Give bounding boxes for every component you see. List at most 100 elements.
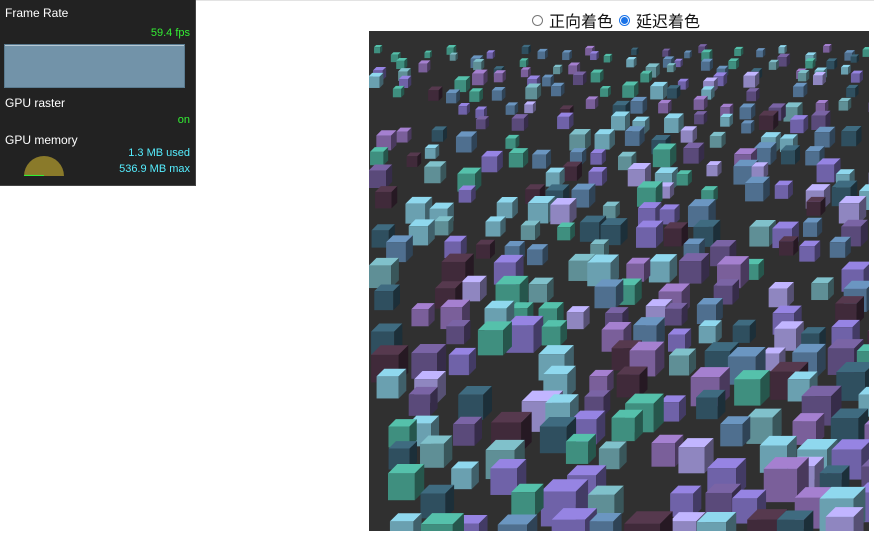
cube-front-face — [420, 524, 453, 531]
cube-front-face — [458, 394, 484, 420]
cube — [611, 111, 630, 131]
cube — [369, 257, 399, 289]
cube — [658, 99, 672, 114]
cube — [706, 161, 722, 177]
cube-front-face — [387, 473, 415, 501]
cube-front-face — [557, 116, 570, 130]
cube-front-face — [589, 521, 614, 531]
cube-front-face — [497, 524, 528, 531]
cube-front-face — [812, 75, 823, 86]
webgl-canvas[interactable] — [369, 31, 869, 531]
cube — [768, 281, 794, 308]
cube-front-face — [626, 59, 634, 68]
cube-front-face — [594, 286, 616, 309]
cube-front-face — [375, 191, 392, 209]
render-mode-forward[interactable]: 正向着色 — [532, 8, 613, 32]
cube — [528, 277, 554, 303]
cube-front-face — [747, 519, 778, 531]
cube-front-face — [424, 166, 441, 184]
cube-top-face — [868, 102, 869, 103]
cube-front-face — [776, 519, 804, 531]
cube — [745, 176, 770, 202]
cube-front-face — [521, 47, 529, 55]
cube-front-face — [680, 130, 693, 143]
cube-front-face — [475, 119, 486, 130]
cube — [696, 389, 726, 420]
cube — [797, 70, 810, 82]
cube — [662, 48, 671, 57]
cube — [562, 50, 572, 61]
cube-front-face — [411, 309, 429, 327]
fps-value: 59.4 fps — [150, 27, 190, 39]
cube — [525, 83, 542, 100]
cube-front-face — [841, 131, 857, 147]
cube — [626, 257, 651, 282]
cube-front-face — [678, 261, 702, 284]
cube — [496, 197, 518, 219]
cube — [408, 386, 438, 416]
cube — [376, 368, 407, 399]
cube-front-face — [496, 202, 513, 219]
cube-front-face — [745, 183, 764, 202]
cube — [838, 196, 867, 224]
cube — [455, 131, 478, 153]
cube — [630, 96, 648, 114]
cube-front-face — [434, 221, 449, 236]
cube — [458, 185, 476, 203]
cube-front-face — [376, 376, 399, 399]
cube-front-face — [829, 242, 846, 258]
cube-front-face — [458, 106, 467, 115]
memory-gauge — [23, 156, 64, 176]
cube-top-face — [867, 329, 869, 332]
cube — [477, 321, 512, 356]
cube-front-face — [811, 283, 829, 301]
cube-front-face — [669, 355, 690, 376]
cube-front-face — [669, 521, 697, 531]
cube — [448, 347, 477, 376]
cube — [664, 113, 684, 133]
cube — [799, 240, 821, 262]
cube-front-face — [551, 519, 586, 531]
cube — [648, 254, 678, 283]
cube-front-face — [862, 49, 869, 57]
cube-front-face — [541, 326, 561, 346]
cube — [532, 149, 552, 169]
cube — [624, 126, 645, 146]
cube-front-face — [805, 151, 820, 166]
cube — [392, 85, 405, 98]
cube — [696, 298, 723, 325]
gpu-raster-value: on — [177, 114, 190, 126]
cube — [838, 97, 852, 111]
cube-front-face — [868, 102, 869, 113]
cube — [635, 220, 664, 248]
cube — [862, 47, 869, 57]
cube-front-face — [768, 288, 788, 308]
cube — [566, 306, 590, 330]
cube — [616, 366, 648, 398]
cube — [663, 222, 688, 247]
cube-front-face — [630, 101, 643, 114]
cube-front-face — [734, 379, 761, 406]
cube-front-face — [572, 75, 584, 86]
cube — [778, 45, 787, 54]
cube — [823, 44, 832, 53]
cube-front-face — [700, 61, 710, 71]
cube — [451, 461, 479, 490]
cube-front-face — [838, 101, 848, 111]
cube — [472, 69, 488, 86]
cube — [743, 71, 760, 88]
render-mode-deferred[interactable]: 延迟着色 — [619, 8, 700, 32]
cube-front-face — [768, 62, 777, 70]
cube — [461, 275, 487, 302]
render-mode-selector: 正向着色 延迟着色 — [532, 8, 706, 32]
deferred-radio[interactable] — [619, 14, 631, 26]
cube-front-face — [553, 67, 560, 75]
forward-radio[interactable] — [532, 14, 543, 26]
cube-front-face — [696, 522, 726, 531]
cube-front-face — [826, 61, 835, 70]
cube — [387, 463, 425, 501]
cube-front-face — [640, 73, 649, 83]
cube — [793, 82, 808, 98]
cube-front-face — [374, 47, 381, 54]
cube-front-face — [806, 201, 821, 216]
